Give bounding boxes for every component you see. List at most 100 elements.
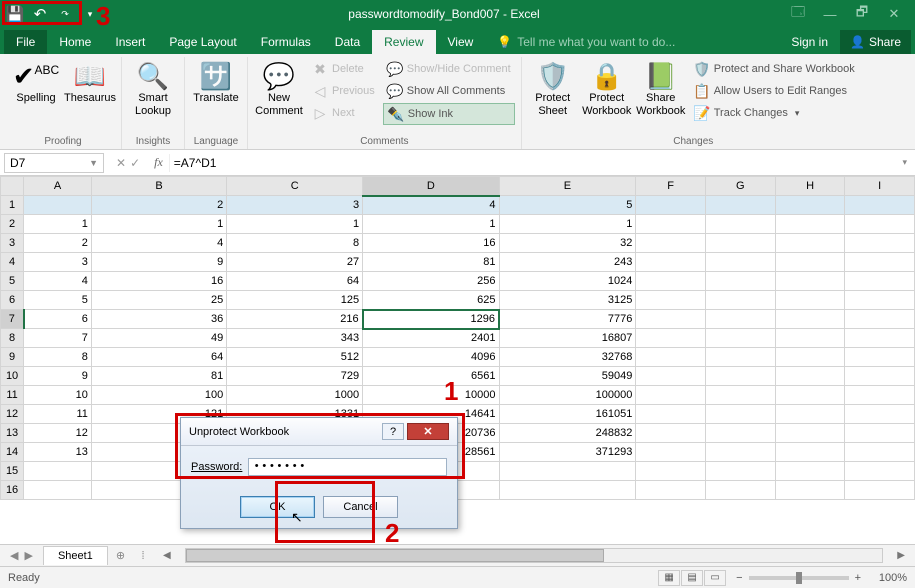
- tab-data[interactable]: Data: [323, 30, 372, 54]
- row-header-5[interactable]: 5: [1, 272, 24, 291]
- cell-H6[interactable]: [775, 291, 845, 310]
- allow-edit-ranges-button[interactable]: 📋Allow Users to Edit Ranges: [690, 81, 859, 101]
- share-button[interactable]: 👤Share: [840, 30, 911, 54]
- cell-D9[interactable]: 4096: [363, 348, 499, 367]
- cell-A16[interactable]: [24, 481, 92, 500]
- cell-G9[interactable]: [705, 348, 775, 367]
- row-header-11[interactable]: 11: [1, 386, 24, 405]
- cell-H14[interactable]: [775, 443, 845, 462]
- cell-A15[interactable]: [24, 462, 92, 481]
- cell-F11[interactable]: [636, 386, 706, 405]
- sheet-tab-sheet1[interactable]: Sheet1: [43, 546, 108, 565]
- row-header-1[interactable]: 1: [1, 196, 24, 215]
- row-header-15[interactable]: 15: [1, 462, 24, 481]
- cell-A3[interactable]: 2: [24, 234, 92, 253]
- cell-A1[interactable]: [24, 196, 92, 215]
- cell-I10[interactable]: [845, 367, 915, 386]
- cell-B10[interactable]: 81: [91, 367, 226, 386]
- new-comment-button[interactable]: 💬New Comment: [254, 57, 304, 117]
- cell-G13[interactable]: [705, 424, 775, 443]
- cell-H3[interactable]: [775, 234, 845, 253]
- row-header-3[interactable]: 3: [1, 234, 24, 253]
- tab-view[interactable]: View: [436, 30, 486, 54]
- cell-C9[interactable]: 512: [227, 348, 363, 367]
- tab-formulas[interactable]: Formulas: [249, 30, 323, 54]
- cell-F12[interactable]: [636, 405, 706, 424]
- track-changes-button[interactable]: 📝Track Changes▾: [690, 103, 859, 123]
- horizontal-scrollbar[interactable]: ◀ ▶: [163, 548, 905, 563]
- cell-D5[interactable]: 256: [363, 272, 499, 291]
- cell-F1[interactable]: [636, 196, 706, 215]
- cell-D2[interactable]: 1: [363, 215, 499, 234]
- cell-H1[interactable]: [775, 196, 845, 215]
- cell-G5[interactable]: [705, 272, 775, 291]
- cell-I12[interactable]: [845, 405, 915, 424]
- translate-button[interactable]: 🈂️Translate: [191, 57, 241, 105]
- row-header-12[interactable]: 12: [1, 405, 24, 424]
- tell-me-search[interactable]: 💡Tell me what you want to do...: [485, 30, 687, 54]
- cell-E12[interactable]: 161051: [499, 405, 636, 424]
- cell-I2[interactable]: [845, 215, 915, 234]
- cell-E16[interactable]: [499, 481, 636, 500]
- cell-I16[interactable]: [845, 481, 915, 500]
- spelling-button[interactable]: ✔︎ABCSpelling: [11, 57, 61, 105]
- cell-E14[interactable]: 371293: [499, 443, 636, 462]
- cell-B5[interactable]: 16: [91, 272, 226, 291]
- cell-I1[interactable]: [845, 196, 915, 215]
- cell-E7[interactable]: 7776: [499, 310, 636, 329]
- protect-share-wb-button[interactable]: 🛡️Protect and Share Workbook: [690, 59, 859, 79]
- cell-E4[interactable]: 243: [499, 253, 636, 272]
- cell-A11[interactable]: 10: [24, 386, 92, 405]
- cell-H5[interactable]: [775, 272, 845, 291]
- page-break-view-icon[interactable]: ▭: [704, 570, 726, 586]
- cell-H13[interactable]: [775, 424, 845, 443]
- row-header-8[interactable]: 8: [1, 329, 24, 348]
- cell-A7[interactable]: 6: [24, 310, 92, 329]
- show-all-comments-button[interactable]: 💬Show All Comments: [383, 81, 515, 101]
- cell-D11[interactable]: 10000: [363, 386, 499, 405]
- cell-C8[interactable]: 343: [227, 329, 363, 348]
- row-header-2[interactable]: 2: [1, 215, 24, 234]
- cell-C1[interactable]: 3: [227, 196, 363, 215]
- cell-A5[interactable]: 4: [24, 272, 92, 291]
- ok-button[interactable]: OK↖: [240, 496, 315, 518]
- col-header-A[interactable]: A: [24, 177, 92, 196]
- cell-I4[interactable]: [845, 253, 915, 272]
- cell-C5[interactable]: 64: [227, 272, 363, 291]
- cell-D3[interactable]: 16: [363, 234, 499, 253]
- row-header-16[interactable]: 16: [1, 481, 24, 500]
- cell-G7[interactable]: [705, 310, 775, 329]
- cell-B9[interactable]: 64: [91, 348, 226, 367]
- cell-I8[interactable]: [845, 329, 915, 348]
- cell-D8[interactable]: 2401: [363, 329, 499, 348]
- cell-H11[interactable]: [775, 386, 845, 405]
- password-input[interactable]: •••••••: [248, 458, 447, 476]
- cell-A9[interactable]: 8: [24, 348, 92, 367]
- cell-E13[interactable]: 248832: [499, 424, 636, 443]
- cell-G8[interactable]: [705, 329, 775, 348]
- restore-icon[interactable]: 🗗: [847, 3, 877, 25]
- cell-A8[interactable]: 7: [24, 329, 92, 348]
- cell-E10[interactable]: 59049: [499, 367, 636, 386]
- thesaurus-button[interactable]: 📖Thesaurus: [65, 57, 115, 105]
- select-all-corner[interactable]: [1, 177, 24, 196]
- name-box[interactable]: D7▼: [4, 153, 104, 173]
- formula-input[interactable]: =A7^D1: [169, 154, 895, 172]
- nav-next-icon[interactable]: ▶: [24, 549, 32, 562]
- cell-E11[interactable]: 100000: [499, 386, 636, 405]
- cell-H12[interactable]: [775, 405, 845, 424]
- cell-E1[interactable]: 5: [499, 196, 636, 215]
- cell-H7[interactable]: [775, 310, 845, 329]
- cell-H4[interactable]: [775, 253, 845, 272]
- cell-F16[interactable]: [636, 481, 706, 500]
- scroll-left-icon[interactable]: ◀: [163, 550, 171, 561]
- cell-H8[interactable]: [775, 329, 845, 348]
- page-layout-view-icon[interactable]: ▤: [681, 570, 703, 586]
- scroll-right-icon[interactable]: ▶: [897, 550, 905, 561]
- protect-sheet-button[interactable]: 🛡️Protect Sheet: [528, 57, 578, 117]
- cell-E6[interactable]: 3125: [499, 291, 636, 310]
- close-icon[interactable]: ✕: [879, 3, 909, 25]
- col-header-D[interactable]: D: [363, 177, 499, 196]
- row-header-10[interactable]: 10: [1, 367, 24, 386]
- cell-G2[interactable]: [705, 215, 775, 234]
